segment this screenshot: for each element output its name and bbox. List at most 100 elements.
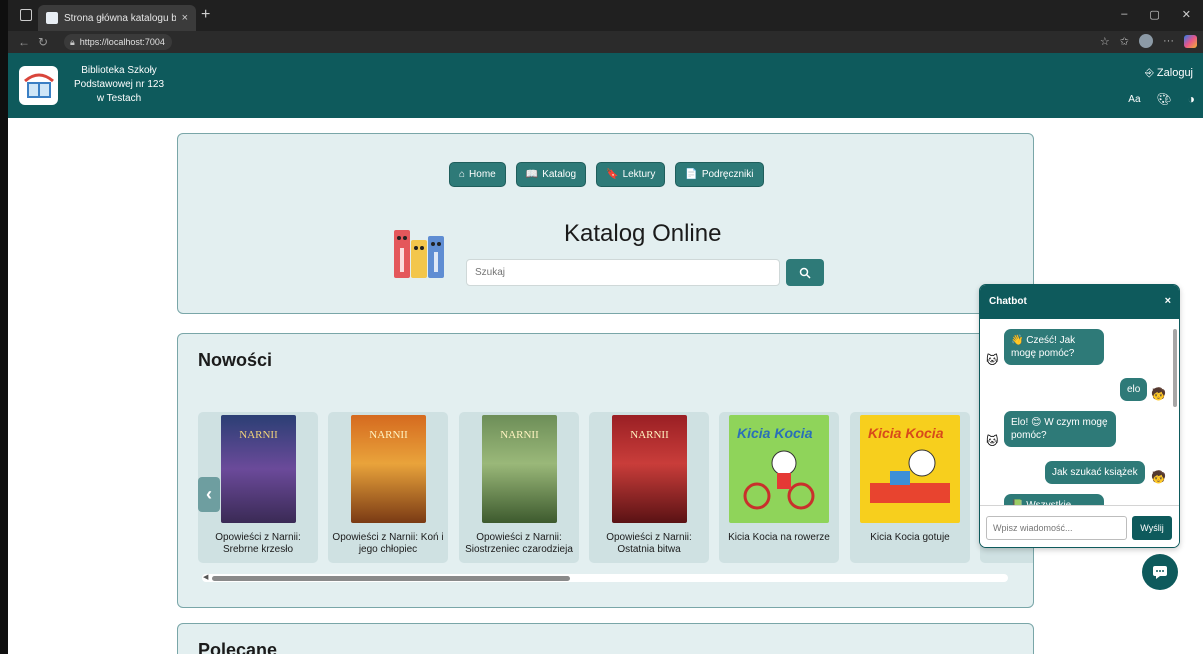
url-text: https://localhost:7004	[79, 37, 165, 47]
user-avatar-icon: 🧒	[1151, 387, 1166, 401]
chatbot-title: Chatbot	[989, 296, 1027, 307]
book-card[interactable]: Kicia Kocia Kicia Kocia gotuje	[850, 412, 970, 563]
book-title: Opowieści z Narnii: Srebrne krzesło	[215, 532, 301, 555]
school-name-line-1: Biblioteka Szkoły	[81, 65, 157, 76]
recommended-section: Polecane	[177, 623, 1034, 654]
main-nav: ⌂ Home 📖 Katalog 🔖 Lektury 📄 Podręczniki	[449, 162, 764, 187]
profile-icon[interactable]	[1139, 34, 1153, 48]
school-name-line-2: Podstawowej nr 123	[73, 79, 165, 90]
book-cover: Kicia Kocia	[860, 415, 960, 523]
nav-podreczniki-button[interactable]: 📄 Podręczniki	[675, 162, 764, 187]
lock-icon: 🔒︎	[70, 36, 75, 47]
user-message: elo	[1120, 378, 1148, 401]
book-cover: NARNII	[221, 415, 296, 523]
window-border	[0, 53, 8, 654]
chat-message-input[interactable]	[986, 516, 1127, 540]
browser-titlebar: Strona główna katalogu bibliotek × + – ▢…	[0, 0, 1203, 31]
tab-title: Strona główna katalogu bibliotek	[64, 12, 176, 24]
scrollbar-thumb[interactable]	[212, 576, 571, 581]
url-field[interactable]: 🔒︎ https://localhost:7004	[64, 34, 172, 50]
books-mascot-icon	[394, 230, 444, 278]
chatbot-window: Chatbot × 🐱 👋 Cześć! Jak mogę pomóc? elo…	[979, 284, 1180, 548]
book-cover: NARNII	[612, 415, 687, 523]
restore-icon[interactable]: ▢	[1149, 8, 1159, 21]
tab-actions-icon[interactable]	[20, 9, 32, 21]
school-name[interactable]: Biblioteka Szkoły Podstawowej nr 123 w T…	[64, 64, 174, 106]
bot-message: 📗 Wszystkie książki	[1004, 494, 1104, 505]
close-window-icon[interactable]: ✕	[1182, 8, 1191, 21]
contrast-icon[interactable]: ◑	[1188, 92, 1195, 106]
bot-avatar-icon: 🐱	[986, 434, 999, 448]
book-title: Kicia Kocia gotuje	[870, 532, 950, 543]
user-avatar-icon: 🧒	[1151, 470, 1166, 484]
browser-tab[interactable]: Strona główna katalogu bibliotek ×	[38, 5, 196, 31]
nav-katalog-button[interactable]: 📖 Katalog	[515, 162, 587, 187]
favorites-icon[interactable]: ✩	[1120, 35, 1129, 48]
book-cover: NARNII	[351, 415, 426, 523]
nav-lektury-button[interactable]: 🔖 Lektury	[596, 162, 666, 187]
book-title: Opowieści z Narnii: Koń i jego chłopiec	[332, 532, 444, 555]
book-icon: 📖	[525, 169, 539, 180]
site-header: Biblioteka Szkoły Podstawowej nr 123 w T…	[8, 53, 1203, 118]
nav-lektury-label: Lektury	[622, 169, 656, 180]
page-title: Katalog Online	[564, 220, 722, 247]
chat-scrollbar[interactable]	[1173, 323, 1177, 505]
send-button[interactable]: Wyślij	[1132, 516, 1172, 540]
book-card[interactable]: NARNII Opowieści z Narnii: Ostatnia bitw…	[589, 412, 709, 563]
book-carousel: NARNII Opowieści z Narnii: Srebrne krzes…	[198, 412, 1033, 564]
font-size-button[interactable]: Aa	[1128, 94, 1140, 105]
bookmark-star-icon[interactable]: ☆	[1100, 35, 1110, 48]
news-section: Nowości NARNII Opowieści z Narnii: Srebr…	[177, 333, 1034, 608]
nav-podreczniki-label: Podręczniki	[701, 169, 754, 180]
back-icon[interactable]: ←	[18, 35, 30, 49]
chat-scrollbar-thumb[interactable]	[1173, 329, 1177, 407]
close-tab-icon[interactable]: ×	[182, 12, 188, 24]
nav-home-label: Home	[469, 169, 496, 180]
school-name-line-3: w Testach	[96, 93, 142, 104]
catalog-hero: ⌂ Home 📖 Katalog 🔖 Lektury 📄 Podręczniki	[177, 133, 1034, 314]
book-cover: NARNII	[482, 415, 557, 523]
new-tab-icon[interactable]: +	[201, 6, 210, 24]
chat-messages: 🐱 👋 Cześć! Jak mogę pomóc? elo 🧒 🐱 Elo! …	[980, 319, 1179, 505]
search-icon	[799, 267, 811, 279]
book-title: Kicia Kocia na rowerze	[728, 532, 830, 543]
chatbot-header: Chatbot ×	[980, 285, 1179, 319]
more-icon[interactable]: ···	[1163, 35, 1174, 47]
close-chat-icon[interactable]: ×	[1165, 295, 1171, 307]
book-cover: Kicia Kocia	[729, 415, 829, 523]
login-label: Zaloguj	[1156, 67, 1193, 79]
nav-katalog-label: Katalog	[542, 169, 577, 180]
palette-icon[interactable]: 🎨︎	[1157, 92, 1172, 106]
book-card[interactable]: Kicia Kocia Kicia Kocia na rowerze	[719, 412, 839, 563]
window-controls: – ▢ ✕	[1121, 8, 1191, 21]
home-icon: ⌂	[459, 169, 466, 180]
school-logo[interactable]	[19, 66, 58, 105]
bot-avatar-icon: 🐱	[986, 353, 999, 367]
bot-message: Elo! 😊 W czym mogę pomóc?	[1004, 411, 1116, 447]
address-bar: ← ↻ 🔒︎ https://localhost:7004 ☆ ✩ ···	[0, 31, 1203, 53]
nav-home-button[interactable]: ⌂ Home	[449, 162, 506, 187]
browser-tools: ☆ ✩ ···	[1100, 34, 1197, 48]
reload-icon[interactable]: ↻	[38, 35, 48, 49]
document-icon: 📄	[685, 169, 698, 180]
bot-message: 👋 Cześć! Jak mogę pomóc?	[1004, 329, 1104, 365]
open-book-icon	[23, 73, 54, 98]
book-card[interactable]: NARNII Opowieści z Narnii: Koń i jego ch…	[328, 412, 448, 563]
search-button[interactable]	[786, 259, 824, 286]
carousel-prev-button[interactable]: ‹	[198, 477, 220, 512]
user-message: Jak szukać książek	[1045, 461, 1145, 484]
favicon-icon	[46, 12, 58, 24]
book-card[interactable]: NARNII Opowieści z Narnii: Siostrzeniec …	[459, 412, 579, 563]
login-icon: ⎆	[1145, 67, 1154, 79]
login-link[interactable]: ⎆ Zaloguj	[1145, 67, 1193, 80]
section-title-news: Nowości	[198, 350, 273, 370]
chat-toggle-button[interactable]	[1142, 554, 1178, 590]
book-title: Opowieści z Narnii: Siostrzeniec czarodz…	[465, 532, 573, 555]
chat-input-area: Wyślij	[980, 505, 1179, 547]
scroll-left-icon[interactable]: ◀	[203, 573, 208, 581]
copilot-icon[interactable]	[1184, 34, 1197, 48]
carousel-scrollbar[interactable]: ◀	[202, 574, 1008, 582]
search-input[interactable]	[466, 259, 780, 286]
book-title: Opowieści z Narnii: Ostatnia bitwa	[606, 532, 692, 555]
minimize-icon[interactable]: –	[1121, 8, 1127, 21]
